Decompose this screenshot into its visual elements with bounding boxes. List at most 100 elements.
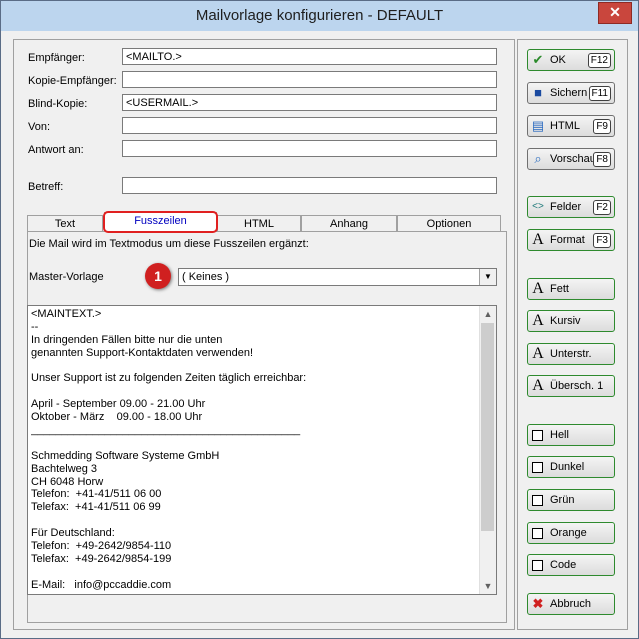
label-subject: Betreff:: [28, 181, 64, 193]
subject-field[interactable]: [122, 177, 497, 194]
underline-label: Unterstr.: [550, 348, 592, 360]
window-title: Mailvorlage konfigurieren - DEFAULT: [195, 7, 444, 24]
label-cc: Kopie-Empfänger:: [28, 75, 117, 87]
memo-line: --: [31, 320, 39, 333]
orange-label: Orange: [550, 527, 587, 539]
checkbox-icon: [532, 560, 543, 571]
format-key: F3: [593, 233, 611, 248]
footer-text-content: <MAINTEXT.> -- In dringenden Fällen bitte …: [31, 308, 476, 592]
memo-line: Telefax: +41-41/511 06 99: [31, 501, 161, 514]
preview-button[interactable]: ⌕ Vorschau F8: [527, 148, 615, 170]
close-button[interactable]: ✕: [598, 2, 632, 24]
tab-anhang[interactable]: Anhang: [301, 215, 397, 231]
light-button[interactable]: Hell: [527, 424, 615, 446]
memo-line: Telefax: +49-2642/9854-199: [31, 552, 172, 565]
step-badge: 1: [145, 263, 171, 289]
checkbox-icon: [532, 528, 543, 539]
cancel-button[interactable]: ✖ Abbruch: [527, 593, 615, 615]
underline-button[interactable]: A Unterstr.: [527, 343, 615, 365]
memo-line: [31, 437, 476, 450]
highlight-frame: [103, 211, 218, 233]
reply-to-field[interactable]: [122, 140, 497, 157]
footer-hint: Die Mail wird im Textmodus um diese Fuss…: [29, 238, 309, 250]
memo-line: <MAINTEXT.>: [31, 308, 102, 320]
to-field[interactable]: <MAILTO.>: [122, 48, 497, 65]
bold-button[interactable]: A Fett: [527, 278, 615, 300]
html-key: F9: [593, 119, 611, 134]
master-template-select[interactable]: ( Keines ) ▼: [178, 268, 497, 286]
scroll-down-icon[interactable]: ▼: [480, 578, 496, 594]
memo-line: In dringenden Fällen bitte nur die unten: [31, 333, 223, 346]
format-button[interactable]: A Format F3: [527, 229, 615, 251]
font-a-icon: A: [532, 231, 544, 248]
save-key: F11: [588, 86, 611, 101]
tab-optionen[interactable]: Optionen: [397, 215, 501, 231]
dark-button[interactable]: Dunkel: [527, 456, 615, 478]
preview-label: Vorschau: [550, 153, 596, 165]
fields-key: F2: [593, 200, 611, 215]
memo-line: Telefon: +49-2642/9854-110: [31, 540, 172, 553]
footer-text-editor[interactable]: <MAINTEXT.> -- In dringenden Fällen bitte …: [27, 305, 497, 595]
vertical-scrollbar[interactable]: ▲ ▼: [479, 306, 496, 594]
checkbox-icon: [532, 495, 543, 506]
check-icon: ✔: [532, 52, 544, 67]
tab-html[interactable]: HTML: [217, 215, 301, 231]
tab-text[interactable]: Text: [27, 215, 103, 231]
bcc-field[interactable]: <USERMAIL.>: [122, 94, 497, 111]
label-reply-to: Antwort an:: [28, 144, 84, 156]
save-label: Sichern: [550, 87, 588, 99]
code-brackets-icon: <>: [532, 201, 544, 212]
memo-line: [31, 514, 476, 527]
bold-label: Fett: [550, 283, 569, 295]
memo-line: [31, 566, 476, 579]
code-label: Code: [550, 559, 577, 571]
html-label: HTML: [550, 120, 580, 132]
label-bcc: Blind-Kopie:: [28, 98, 88, 110]
floppy-icon: ■: [534, 85, 542, 100]
html-button[interactable]: ▤ HTML F9: [527, 115, 615, 137]
cancel-label: Abbruch: [550, 598, 591, 610]
memo-line: Telefon: +41-41/511 06 00: [31, 488, 162, 501]
light-label: Hell: [550, 429, 569, 441]
memo-line: Oktober - März 09.00 - 18.00 Uhr: [31, 411, 203, 424]
orange-button[interactable]: Orange: [527, 522, 615, 544]
magnifier-icon: ⌕: [534, 151, 542, 166]
heading-button[interactable]: A Übersch. 1: [527, 375, 615, 397]
memo-line: Bachtelweg 3: [31, 462, 98, 475]
green-label: Grün: [550, 494, 575, 506]
document-icon: ▤: [531, 118, 545, 133]
fields-label: Felder: [550, 201, 582, 213]
font-a-icon: A: [532, 312, 544, 329]
memo-line: [31, 385, 476, 398]
cc-field[interactable]: [122, 71, 497, 88]
preview-key: F8: [593, 152, 611, 167]
memo-line: Für Deutschland:: [31, 527, 115, 540]
save-button[interactable]: ■ Sichern F11: [527, 82, 615, 104]
memo-line: E-Mail: info@pccaddie.com: [31, 578, 172, 591]
memo-line: CH 6048 Horw: [31, 475, 104, 488]
italic-label: Kursiv: [550, 315, 581, 327]
code-button[interactable]: Code: [527, 554, 615, 576]
italic-button[interactable]: A Kursiv: [527, 310, 615, 332]
master-template-value: ( Keines ): [182, 271, 230, 283]
label-from: Von:: [28, 121, 51, 133]
scroll-thumb[interactable]: [481, 323, 494, 531]
memo-line: genannten Support-Kontaktdaten verwenden…: [31, 346, 253, 359]
green-button[interactable]: Grün: [527, 489, 615, 511]
label-to: Empfänger:: [28, 52, 85, 64]
format-label: Format: [550, 234, 585, 246]
font-a-icon: A: [532, 377, 544, 394]
checkbox-icon: [532, 430, 543, 441]
from-field[interactable]: [122, 117, 497, 134]
master-template-label: Master-Vorlage: [29, 271, 104, 283]
ok-button[interactable]: ✔ OK F12: [527, 49, 615, 71]
checkbox-icon: [532, 462, 543, 473]
fields-button[interactable]: <> Felder F2: [527, 196, 615, 218]
font-a-icon: A: [532, 280, 544, 297]
scroll-up-icon[interactable]: ▲: [480, 306, 496, 322]
font-a-icon: A: [532, 345, 544, 362]
memo-line: [31, 360, 476, 373]
dropdown-arrow-icon[interactable]: ▼: [479, 269, 496, 285]
ok-label: OK: [550, 54, 566, 66]
title-bar: Mailvorlage konfigurieren - DEFAULT ✕: [1, 1, 638, 31]
